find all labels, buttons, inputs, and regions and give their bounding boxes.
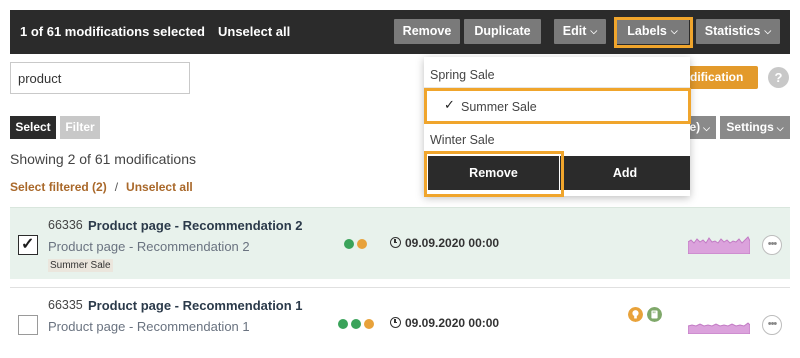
table-row[interactable]: 66335 Product page - Recommendation 1 Pr… <box>10 287 790 358</box>
status-dot <box>364 319 374 329</box>
labels-label: Labels <box>627 24 667 38</box>
modification-subtitle: Product page - Recommendation 2 <box>48 239 250 254</box>
check-icon: ✓ <box>444 97 455 112</box>
selection-links: Select filtered (2) / Unselect all <box>10 180 193 194</box>
more-options-icon[interactable]: ••• <box>762 235 782 255</box>
help-icon[interactable]: ? <box>768 67 789 88</box>
clock-icon <box>390 237 401 248</box>
unselect-all-button[interactable]: Unselect all <box>218 24 290 39</box>
unselect-all-link[interactable]: Unselect all <box>126 180 193 194</box>
duplicate-button[interactable]: Duplicate <box>464 19 541 44</box>
schedule-date: 09.09.2020 00:00 <box>390 316 499 330</box>
filter-mode-button[interactable]: Filter <box>60 116 100 139</box>
menu-divider <box>424 87 690 88</box>
edit-label: Edit <box>562 24 587 38</box>
check-icon: ✓ <box>21 236 35 253</box>
link-separator: / <box>114 180 119 194</box>
remove-button[interactable]: Remove <box>394 19 460 44</box>
lightbulb-icon <box>627 306 644 323</box>
statistics-dropdown-button[interactable]: Statistics ⌵ <box>696 19 780 44</box>
result-count: Showing 2 of 61 modifications <box>10 151 196 167</box>
label-tag: Summer Sale <box>48 259 113 272</box>
select-mode-button[interactable]: Select <box>10 116 56 139</box>
chevron-down-icon: ⌵ <box>670 26 678 36</box>
modification-title[interactable]: Product page - Recommendation 1 <box>88 298 303 313</box>
table-row[interactable]: ✓ 66336 Product page - Recommendation 2 … <box>10 207 790 279</box>
row-checkbox[interactable] <box>18 315 38 335</box>
chevron-down-icon: ⌵ <box>703 123 710 133</box>
chevron-down-icon: ⌵ <box>764 26 772 36</box>
labels-dropdown-menu: Spring Sale ✓ Summer Sale Winter Sale Re… <box>424 57 690 196</box>
label-option-summer-sale[interactable]: Summer Sale <box>461 100 537 114</box>
modification-title[interactable]: Product page - Recommendation 2 <box>88 218 303 233</box>
sd-card-icon <box>646 306 663 323</box>
schedule-date: 09.09.2020 00:00 <box>390 236 499 250</box>
status-dot <box>351 319 361 329</box>
selection-toolbar: 1 of 61 modifications selected Unselect … <box>10 10 790 54</box>
selection-count: 1 of 61 modifications selected <box>20 24 205 39</box>
date-text: 09.09.2020 00:00 <box>405 236 500 250</box>
label-option-winter-sale[interactable]: Winter Sale <box>430 133 495 147</box>
clock-icon <box>390 317 401 328</box>
labels-dropdown-button[interactable]: Labels ⌵ <box>616 19 689 44</box>
modification-id: 66335 <box>48 298 83 312</box>
sparkline-chart <box>688 236 750 254</box>
add-label-button[interactable]: Add <box>560 156 690 190</box>
chevron-down-icon: ⌵ <box>776 123 784 133</box>
modification-subtitle: Product page - Recommendation 1 <box>48 319 250 334</box>
modification-id: 66336 <box>48 218 83 232</box>
edit-dropdown-button[interactable]: Edit ⌵ <box>554 19 606 44</box>
status-dot <box>344 239 354 249</box>
menu-divider <box>424 123 690 124</box>
status-dot <box>338 319 348 329</box>
settings-dropdown-button[interactable]: Settings ⌵ <box>720 116 790 139</box>
settings-label: Settings <box>726 120 774 134</box>
row-checkbox[interactable]: ✓ <box>18 235 38 255</box>
status-dot <box>357 239 367 249</box>
remove-label-button[interactable]: Remove <box>428 156 559 190</box>
date-text: 09.09.2020 00:00 <box>405 316 500 330</box>
chevron-down-icon: ⌵ <box>590 26 598 36</box>
sort-label: e) <box>689 120 701 134</box>
more-options-icon[interactable]: ••• <box>762 315 782 335</box>
select-filtered-link[interactable]: Select filtered (2) <box>10 180 107 194</box>
label-option-spring-sale[interactable]: Spring Sale <box>430 68 495 82</box>
statistics-label: Statistics <box>704 24 761 38</box>
sparkline-chart <box>688 322 750 334</box>
search-input[interactable] <box>10 62 190 94</box>
